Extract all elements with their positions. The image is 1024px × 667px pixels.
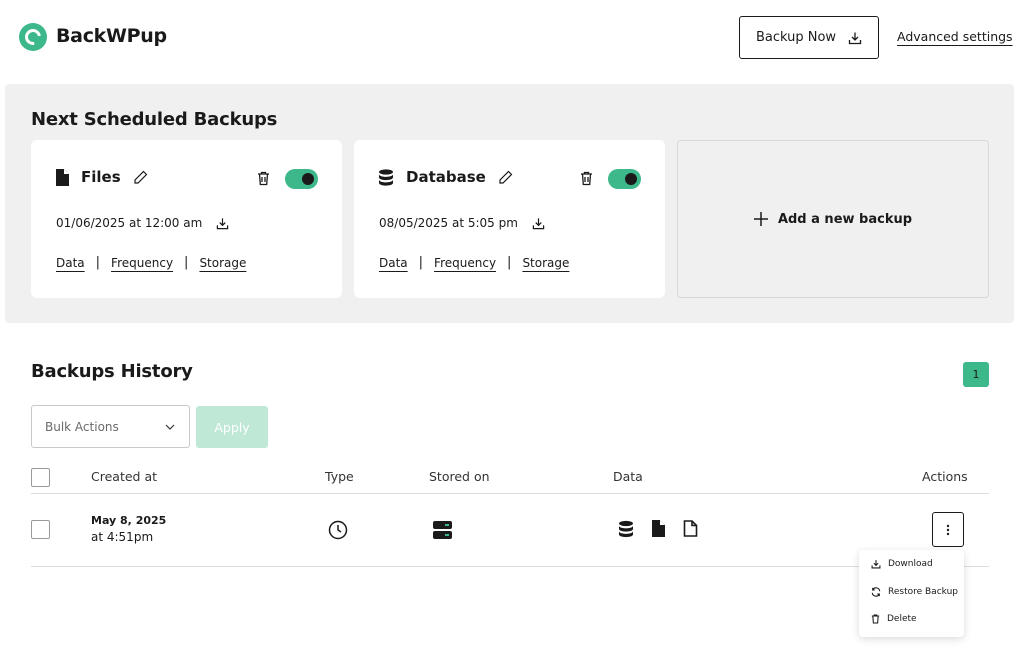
row-actions-button[interactable]	[932, 512, 964, 547]
trash-icon[interactable]	[257, 171, 270, 186]
more-vertical-icon	[946, 524, 950, 536]
card-links: Data | Frequency | Storage	[379, 255, 569, 270]
column-header-data: Data	[613, 469, 643, 484]
menu-item-label: Restore Backup	[888, 587, 959, 597]
schedule-toggle[interactable]	[285, 169, 318, 189]
schedule-card-files: Files 01/06/2025 at 12:00 am Data | Freq…	[31, 140, 342, 298]
database-icon	[378, 168, 394, 186]
add-new-backup-label: Add a new backup	[777, 211, 913, 227]
file-icon	[651, 520, 665, 537]
pencil-icon[interactable]	[133, 170, 148, 185]
row-actions-menu: Download Restore Backup Delete	[859, 550, 964, 637]
column-header-stored-on[interactable]: Stored on	[429, 469, 490, 484]
chevron-down-icon	[165, 424, 175, 430]
download-icon[interactable]	[532, 217, 545, 230]
refresh-icon	[871, 587, 881, 597]
row-created-date: May 8, 2025	[91, 514, 167, 527]
plus-icon	[753, 212, 768, 226]
download-icon	[848, 31, 862, 45]
separator: |	[418, 255, 424, 270]
menu-item-delete[interactable]: Delete	[871, 614, 917, 624]
column-header-type[interactable]: Type	[325, 469, 354, 484]
add-new-backup-button[interactable]: Add a new backup	[677, 140, 989, 298]
bulk-actions-value: Bulk Actions	[45, 419, 119, 434]
schedule-toggle[interactable]	[608, 169, 641, 189]
server-icon	[433, 521, 452, 539]
table-header-divider	[31, 493, 989, 494]
trash-icon[interactable]	[580, 171, 593, 186]
top-header: BackWPup Backup Now Advanced settings	[0, 0, 1024, 78]
menu-item-restore-backup[interactable]: Restore Backup	[871, 587, 958, 597]
data-link[interactable]: Data	[56, 256, 85, 270]
card-title-row: Database	[378, 168, 513, 186]
card-title-row: Files	[55, 168, 148, 186]
data-link[interactable]: Data	[379, 256, 408, 270]
frequency-link[interactable]: Frequency	[111, 256, 173, 270]
clock-icon	[328, 520, 348, 540]
backups-history-title: Backups History	[31, 361, 193, 382]
separator: |	[184, 255, 189, 270]
file-outline-icon	[683, 520, 698, 537]
separator: |	[95, 255, 101, 270]
backup-now-label: Backup Now	[755, 30, 837, 45]
download-icon[interactable]	[216, 217, 229, 230]
card-date-row: 08/05/2025 at 5:05 pm	[379, 216, 545, 230]
scheduled-backups-title: Next Scheduled Backups	[31, 109, 278, 130]
backup-now-button[interactable]: Backup Now	[739, 16, 879, 59]
card-date-row: 01/06/2025 at 12:00 am	[56, 216, 229, 230]
column-header-actions: Actions	[922, 469, 968, 484]
frequency-link[interactable]: Frequency	[434, 256, 496, 270]
row-checkbox[interactable]	[31, 520, 50, 539]
menu-item-label: Delete	[887, 614, 917, 624]
card-title: Database	[406, 168, 486, 186]
column-header-created-at[interactable]: Created at	[91, 469, 157, 484]
next-run-date: 01/06/2025 at 12:00 am	[56, 216, 203, 230]
scheduled-backups-panel: Next Scheduled Backups Files 01/06/2025 …	[5, 84, 1014, 323]
card-title: Files	[81, 168, 121, 186]
download-icon	[871, 559, 881, 569]
next-run-date: 08/05/2025 at 5:05 pm	[379, 216, 518, 230]
database-icon	[618, 520, 634, 538]
select-all-checkbox[interactable]	[31, 468, 50, 487]
page-number-badge[interactable]: 1	[963, 362, 989, 387]
schedule-card-database: Database 08/05/2025 at 5:05 pm Data | Fr…	[354, 140, 665, 298]
storage-link[interactable]: Storage	[199, 256, 246, 270]
menu-item-download[interactable]: Download	[871, 559, 933, 569]
trash-icon	[871, 614, 880, 624]
row-created-time: at 4:51pm	[91, 530, 154, 544]
table-row-divider	[31, 566, 989, 567]
separator: |	[507, 255, 512, 270]
menu-item-label: Download	[888, 559, 933, 569]
advanced-settings-link[interactable]: Advanced settings	[897, 29, 1013, 44]
backwpup-logo-icon	[19, 23, 47, 51]
bulk-actions-select[interactable]: Bulk Actions	[31, 405, 190, 448]
storage-link[interactable]: Storage	[522, 256, 569, 270]
apply-button[interactable]: Apply	[196, 406, 268, 448]
file-icon	[55, 168, 69, 186]
card-links: Data | Frequency | Storage	[56, 255, 246, 270]
pencil-icon[interactable]	[498, 170, 513, 185]
brand-name: BackWPup	[56, 25, 167, 47]
